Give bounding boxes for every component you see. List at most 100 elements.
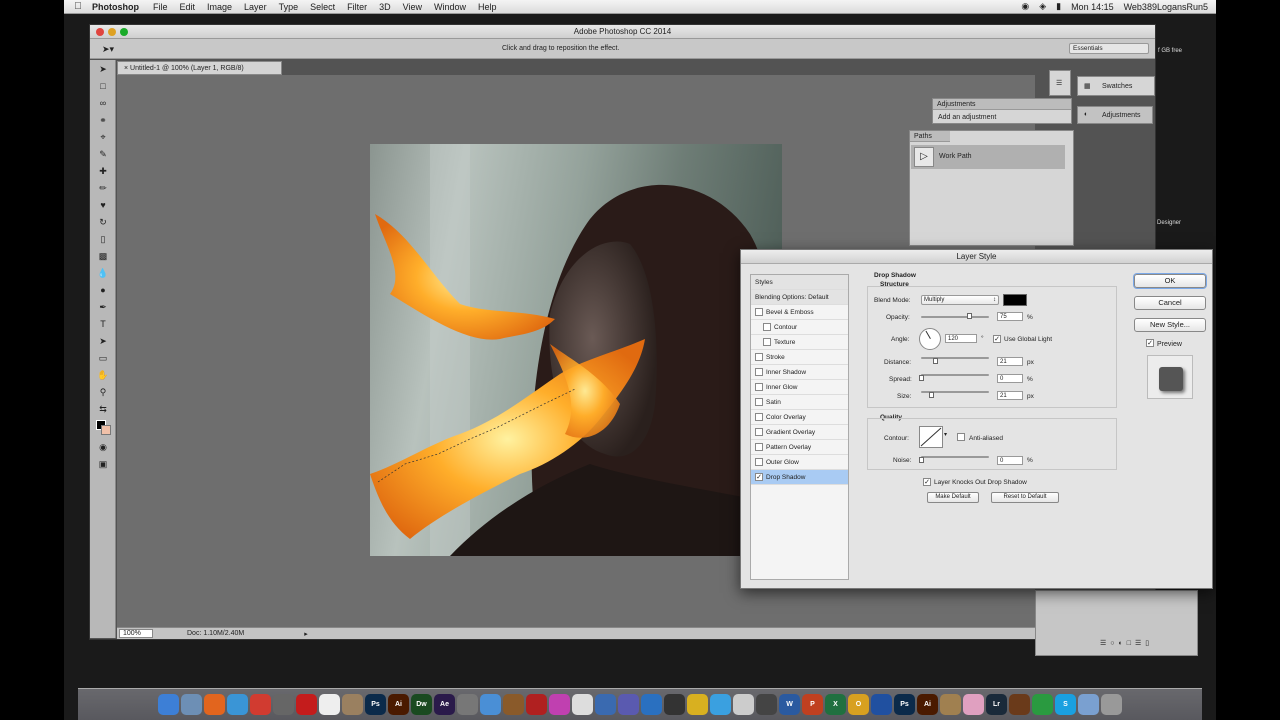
menu-file[interactable]: File: [153, 2, 168, 12]
calendar-icon[interactable]: [319, 694, 340, 715]
app-red-icon[interactable]: [526, 694, 547, 715]
menu-help[interactable]: Help: [478, 2, 497, 12]
distance-input[interactable]: 21: [997, 357, 1023, 366]
sketch-icon[interactable]: [641, 694, 662, 715]
finder-icon[interactable]: [158, 694, 179, 715]
distance-slider[interactable]: [921, 357, 989, 359]
style-row-drop-shadow[interactable]: ✓ Drop Shadow: [751, 470, 848, 485]
opacity-slider-handle[interactable]: [967, 313, 972, 319]
ok-button[interactable]: OK: [1134, 274, 1206, 288]
app-yellow-icon[interactable]: [687, 694, 708, 715]
blending-options-row[interactable]: Blending Options: Default: [751, 290, 848, 305]
opacity-slider[interactable]: [921, 316, 989, 318]
zoom-tool-icon[interactable]: ⚲: [92, 384, 114, 400]
outlook-icon[interactable]: O: [848, 694, 869, 715]
photoshop-2-icon[interactable]: Ps: [894, 694, 915, 715]
status-icon[interactable]: ◉: [1021, 1, 1029, 12]
style-row-pattern-overlay[interactable]: Pattern Overlay: [751, 440, 848, 455]
wifi-icon[interactable]: ◈: [1039, 1, 1046, 12]
preview-icon[interactable]: [181, 694, 202, 715]
menu-filter[interactable]: Filter: [347, 2, 367, 12]
hand-tool-icon[interactable]: ✋: [92, 367, 114, 383]
after-effects-icon[interactable]: Ae: [434, 694, 455, 715]
spotify-icon[interactable]: [1032, 694, 1053, 715]
workspace-select[interactable]: Essentials: [1069, 43, 1149, 54]
make-default-button[interactable]: Make Default: [927, 492, 979, 503]
noise-slider[interactable]: [921, 456, 989, 458]
menu-view[interactable]: View: [403, 2, 422, 12]
app-brown-icon[interactable]: [1009, 694, 1030, 715]
menu-layer[interactable]: Layer: [244, 2, 267, 12]
menu-edit[interactable]: Edit: [180, 2, 196, 12]
angle-input[interactable]: 120: [945, 334, 977, 343]
blend-mode-select[interactable]: Multiply ↕: [921, 295, 999, 305]
style-checkbox[interactable]: [755, 353, 763, 361]
layer-actions-icon[interactable]: ☰○◐□☰▯: [1100, 639, 1153, 647]
firefox-icon[interactable]: [204, 694, 225, 715]
style-checkbox[interactable]: [755, 398, 763, 406]
angle-dial[interactable]: [919, 328, 941, 350]
style-row-contour[interactable]: Contour: [751, 320, 848, 335]
style-checkbox[interactable]: [755, 308, 763, 316]
size-slider-handle[interactable]: [929, 392, 934, 398]
swatches-panel-button[interactable]: ▦ Swatches: [1077, 76, 1155, 96]
lasso-tool-icon[interactable]: ∞: [92, 95, 114, 111]
panel-icon-strip[interactable]: ☰: [1049, 70, 1071, 96]
type-tool-icon[interactable]: T: [92, 316, 114, 332]
style-row-texture[interactable]: Texture: [751, 335, 848, 350]
network-icon[interactable]: [595, 694, 616, 715]
style-checkbox[interactable]: [755, 458, 763, 466]
cursor-icon[interactable]: [664, 694, 685, 715]
preview-checkbox[interactable]: ✓: [1146, 339, 1154, 347]
opacity-input[interactable]: 75: [997, 312, 1023, 321]
style-row-inner-shadow[interactable]: Inner Shadow: [751, 365, 848, 380]
zoom-field[interactable]: 100%: [119, 629, 153, 638]
contour-picker[interactable]: [919, 426, 943, 448]
style-checkbox[interactable]: [755, 368, 763, 376]
app-pink-icon[interactable]: [963, 694, 984, 715]
style-row-bevel-emboss[interactable]: Bevel & Emboss: [751, 305, 848, 320]
crop-tool-icon[interactable]: ⌖: [92, 129, 114, 145]
close-window-button[interactable]: [96, 28, 104, 36]
style-row-color-overlay[interactable]: Color Overlay: [751, 410, 848, 425]
noise-input[interactable]: 0: [997, 456, 1023, 465]
guitar-icon[interactable]: [503, 694, 524, 715]
quick-select-tool-icon[interactable]: ⚭: [92, 112, 114, 128]
app-white-icon[interactable]: [733, 694, 754, 715]
chrome-icon[interactable]: [250, 694, 271, 715]
noise-slider-handle[interactable]: [919, 457, 924, 463]
minimize-window-button[interactable]: [108, 28, 116, 36]
paths-tab[interactable]: Paths: [910, 131, 950, 142]
style-checkbox[interactable]: [755, 443, 763, 451]
history-brush-tool-icon[interactable]: ↻: [92, 214, 114, 230]
utility-icon[interactable]: [457, 694, 478, 715]
apple-icon[interactable]: : [64, 1, 92, 12]
opera-icon[interactable]: [296, 694, 317, 715]
quick-mask-icon[interactable]: ◉: [92, 439, 114, 455]
mail-icon[interactable]: [480, 694, 501, 715]
battery-icon[interactable]: ▮: [1056, 1, 1061, 12]
gradient-tool-icon[interactable]: ▩: [92, 248, 114, 264]
spread-slider[interactable]: [921, 374, 989, 376]
work-path-row[interactable]: ▷ Work Path: [911, 145, 1065, 169]
style-checkbox[interactable]: [763, 338, 771, 346]
app-menu[interactable]: Photoshop: [92, 2, 139, 12]
lightroom-icon[interactable]: Lr: [986, 694, 1007, 715]
background-color[interactable]: [101, 425, 111, 435]
photos-icon[interactable]: [342, 694, 363, 715]
move-tool-icon[interactable]: ➤: [92, 61, 114, 77]
color-swatches[interactable]: [92, 418, 114, 438]
app-store-icon[interactable]: [273, 694, 294, 715]
eraser-tool-icon[interactable]: ▯: [92, 231, 114, 247]
colorsync-icon[interactable]: [618, 694, 639, 715]
app-blue-icon[interactable]: [871, 694, 892, 715]
distance-slider-handle[interactable]: [933, 358, 938, 364]
status-arrow-icon[interactable]: ▸: [304, 630, 308, 638]
dreamweaver-icon[interactable]: Dw: [411, 694, 432, 715]
styles-header[interactable]: Styles: [751, 275, 848, 290]
trash-icon[interactable]: [1101, 694, 1122, 715]
cancel-button[interactable]: Cancel: [1134, 296, 1206, 310]
word-icon[interactable]: W: [779, 694, 800, 715]
style-checkbox[interactable]: ✓: [755, 473, 763, 481]
spread-slider-handle[interactable]: [919, 375, 924, 381]
